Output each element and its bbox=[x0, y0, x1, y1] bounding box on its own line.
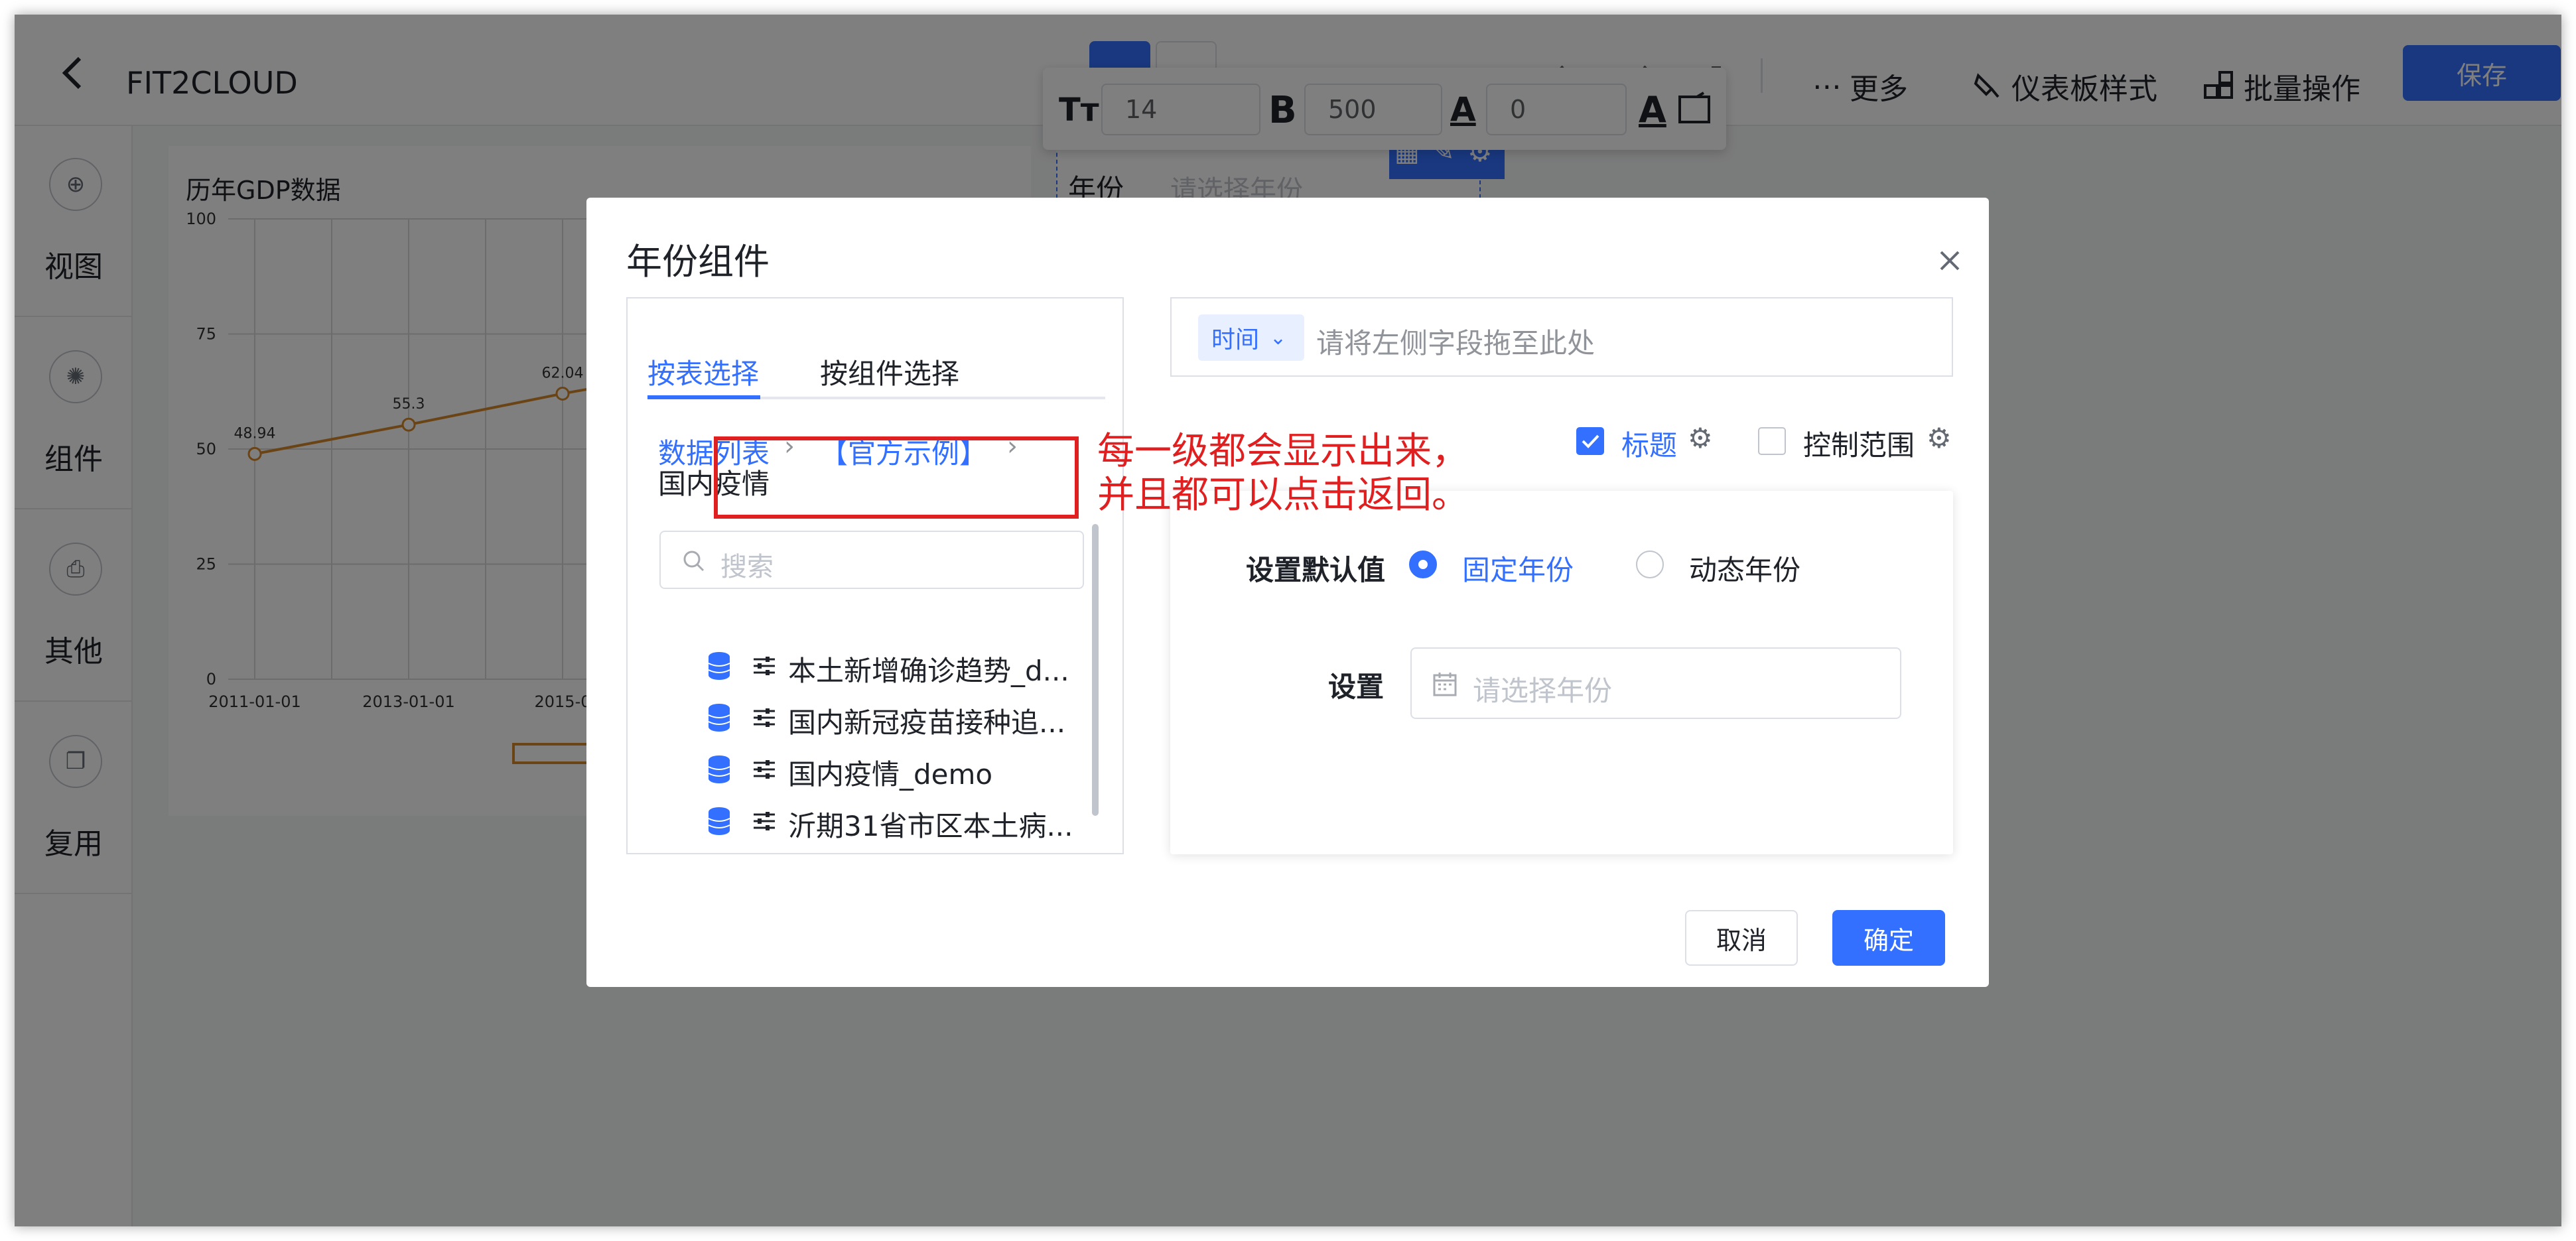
fixed-year-label: 固定年份 bbox=[1462, 554, 1574, 586]
range-option-label: 控制范围 bbox=[1803, 429, 1915, 462]
annotation-text: 每一级都会显示出来， 并且都可以点击返回。 bbox=[1097, 430, 1469, 517]
gear-icon[interactable]: ⚙ bbox=[1688, 422, 1713, 454]
sliders-icon bbox=[754, 760, 775, 779]
app-window: FIT2CLOUD ⋯ 更多 仪表板样式 bbox=[15, 15, 2561, 1226]
close-icon[interactable] bbox=[1933, 244, 1966, 277]
fixed-year-radio[interactable] bbox=[1409, 551, 1437, 578]
search-icon bbox=[683, 551, 705, 572]
sliders-icon bbox=[754, 657, 775, 675]
dynamic-year-label: 动态年份 bbox=[1689, 554, 1801, 586]
search-placeholder: 搜索 bbox=[720, 552, 774, 582]
field-drop-zone[interactable]: 时间 ⌄ 请将左侧字段拖至此处 bbox=[1170, 297, 1953, 377]
dataset-item[interactable]: 国内新冠疫苗接种追... bbox=[707, 695, 1092, 742]
annotation-line-2: 并且都可以点击返回。 bbox=[1097, 474, 1469, 517]
sliders-icon bbox=[754, 812, 775, 830]
dataset-item[interactable]: 沂期31省市区本土病... bbox=[707, 799, 1092, 845]
list-scrollbar[interactable] bbox=[1092, 524, 1099, 816]
range-checkbox[interactable] bbox=[1758, 427, 1786, 455]
dataset-name: 本土新增确诊趋势_d... bbox=[788, 655, 1069, 687]
cancel-button[interactable]: 取消 bbox=[1685, 910, 1798, 966]
database-icon bbox=[708, 704, 730, 732]
screenshot-canvas: FIT2CLOUD ⋯ 更多 仪表板样式 bbox=[0, 0, 2576, 1241]
dataset-name: 国内疫情_demo bbox=[788, 758, 993, 791]
sliders-icon bbox=[754, 708, 775, 727]
title-checkbox[interactable] bbox=[1576, 427, 1604, 455]
gear-icon[interactable]: ⚙ bbox=[1927, 422, 1952, 454]
tab-by-table[interactable]: 按表选择 bbox=[647, 352, 759, 392]
title-option-label: 标题 bbox=[1621, 429, 1678, 462]
dataset-search-input[interactable]: 搜索 bbox=[659, 531, 1084, 589]
annotation-line-1: 每一级都会显示出来， bbox=[1097, 430, 1469, 473]
database-icon bbox=[708, 652, 730, 680]
tab-active-indicator bbox=[647, 395, 760, 399]
dataset-name: 沂期31省市区本土病... bbox=[788, 810, 1073, 842]
calendar-icon bbox=[1433, 673, 1457, 696]
check-icon bbox=[1582, 434, 1599, 448]
field-tag-label: 时间 bbox=[1211, 326, 1260, 354]
dataset-panel: 按表选择 按组件选择 数据列表 › 【官方示例】 › 国内疫情 搜索 本土新增确… bbox=[626, 297, 1124, 854]
year-component-dialog: 年份组件 按表选择 按组件选择 数据列表 › 【官方示例】 › 国内疫情 搜索 … bbox=[586, 198, 1989, 987]
database-icon bbox=[708, 807, 730, 835]
database-icon bbox=[708, 755, 730, 783]
dataset-name: 国内新冠疫苗接种追... bbox=[788, 706, 1066, 739]
drop-zone-placeholder: 请将左侧字段拖至此处 bbox=[1316, 327, 1595, 359]
tab-by-component[interactable]: 按组件选择 bbox=[820, 352, 959, 392]
field-tag-time[interactable]: 时间 ⌄ bbox=[1198, 314, 1304, 361]
default-value-label: 设置默认值 bbox=[1246, 554, 1386, 586]
default-value-settings: 设置默认值 固定年份 动态年份 设置 请选择年份 bbox=[1170, 491, 1953, 854]
confirm-button[interactable]: 确定 bbox=[1832, 910, 1945, 966]
year-picker-placeholder: 请选择年份 bbox=[1473, 675, 1613, 707]
chevron-down-icon: ⌄ bbox=[1270, 326, 1287, 350]
annotation-highlight-box bbox=[714, 436, 1079, 519]
dynamic-year-radio[interactable] bbox=[1636, 551, 1664, 578]
dialog-title: 年份组件 bbox=[626, 241, 770, 283]
year-picker-input[interactable]: 请选择年份 bbox=[1410, 647, 1901, 719]
dataset-item[interactable]: 国内疫情_demo bbox=[707, 747, 1092, 793]
set-label: 设置 bbox=[1328, 671, 1385, 703]
dataset-item[interactable]: 本土新增确诊趋势_d... bbox=[707, 643, 1092, 690]
